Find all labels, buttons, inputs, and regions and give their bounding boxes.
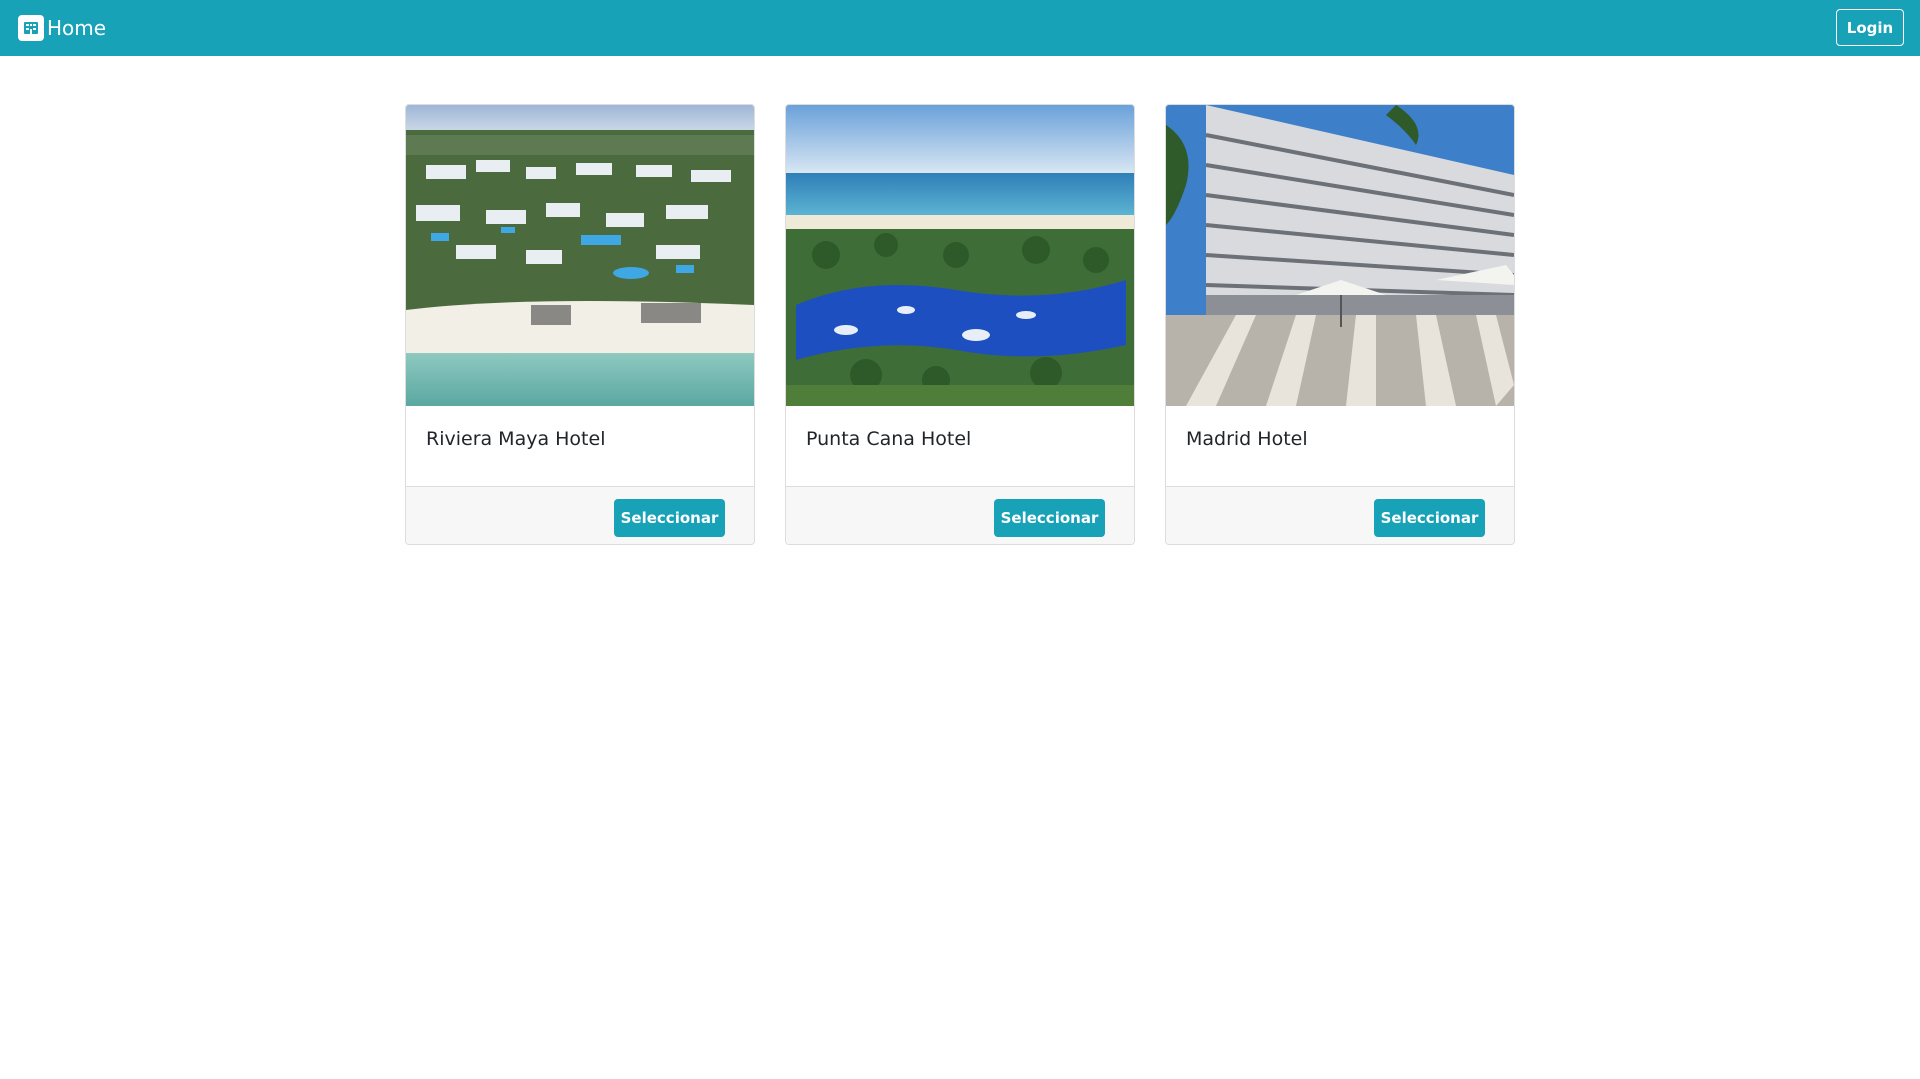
hotel-icon: [18, 15, 44, 41]
hotel-card: Madrid Hotel Seleccionar: [1165, 104, 1515, 545]
home-link[interactable]: Home: [18, 14, 106, 42]
login-button[interactable]: Login: [1836, 9, 1904, 46]
brand-label: Home: [47, 16, 107, 40]
card-body: Riviera Maya Hotel: [406, 406, 754, 486]
top-navbar: Home Login: [0, 0, 1920, 56]
card-body: Madrid Hotel: [1166, 406, 1514, 486]
hotel-card: Riviera Maya Hotel Seleccionar: [405, 104, 755, 545]
card-body: Punta Cana Hotel: [786, 406, 1134, 486]
hotel-image: [1166, 105, 1514, 406]
hotel-name: Madrid Hotel: [1186, 428, 1308, 450]
select-hotel-button[interactable]: Seleccionar: [1374, 499, 1485, 537]
hotel-name: Punta Cana Hotel: [806, 428, 972, 450]
hotel-name: Riviera Maya Hotel: [426, 428, 606, 450]
select-hotel-button[interactable]: Seleccionar: [614, 499, 725, 537]
hotel-card: Punta Cana Hotel Seleccionar: [785, 104, 1135, 545]
hotel-image: [786, 105, 1134, 406]
hotel-image: [406, 105, 754, 406]
card-footer: Seleccionar: [786, 486, 1134, 544]
card-footer: Seleccionar: [1166, 486, 1514, 544]
card-footer: Seleccionar: [406, 486, 754, 544]
select-hotel-button[interactable]: Seleccionar: [994, 499, 1105, 537]
